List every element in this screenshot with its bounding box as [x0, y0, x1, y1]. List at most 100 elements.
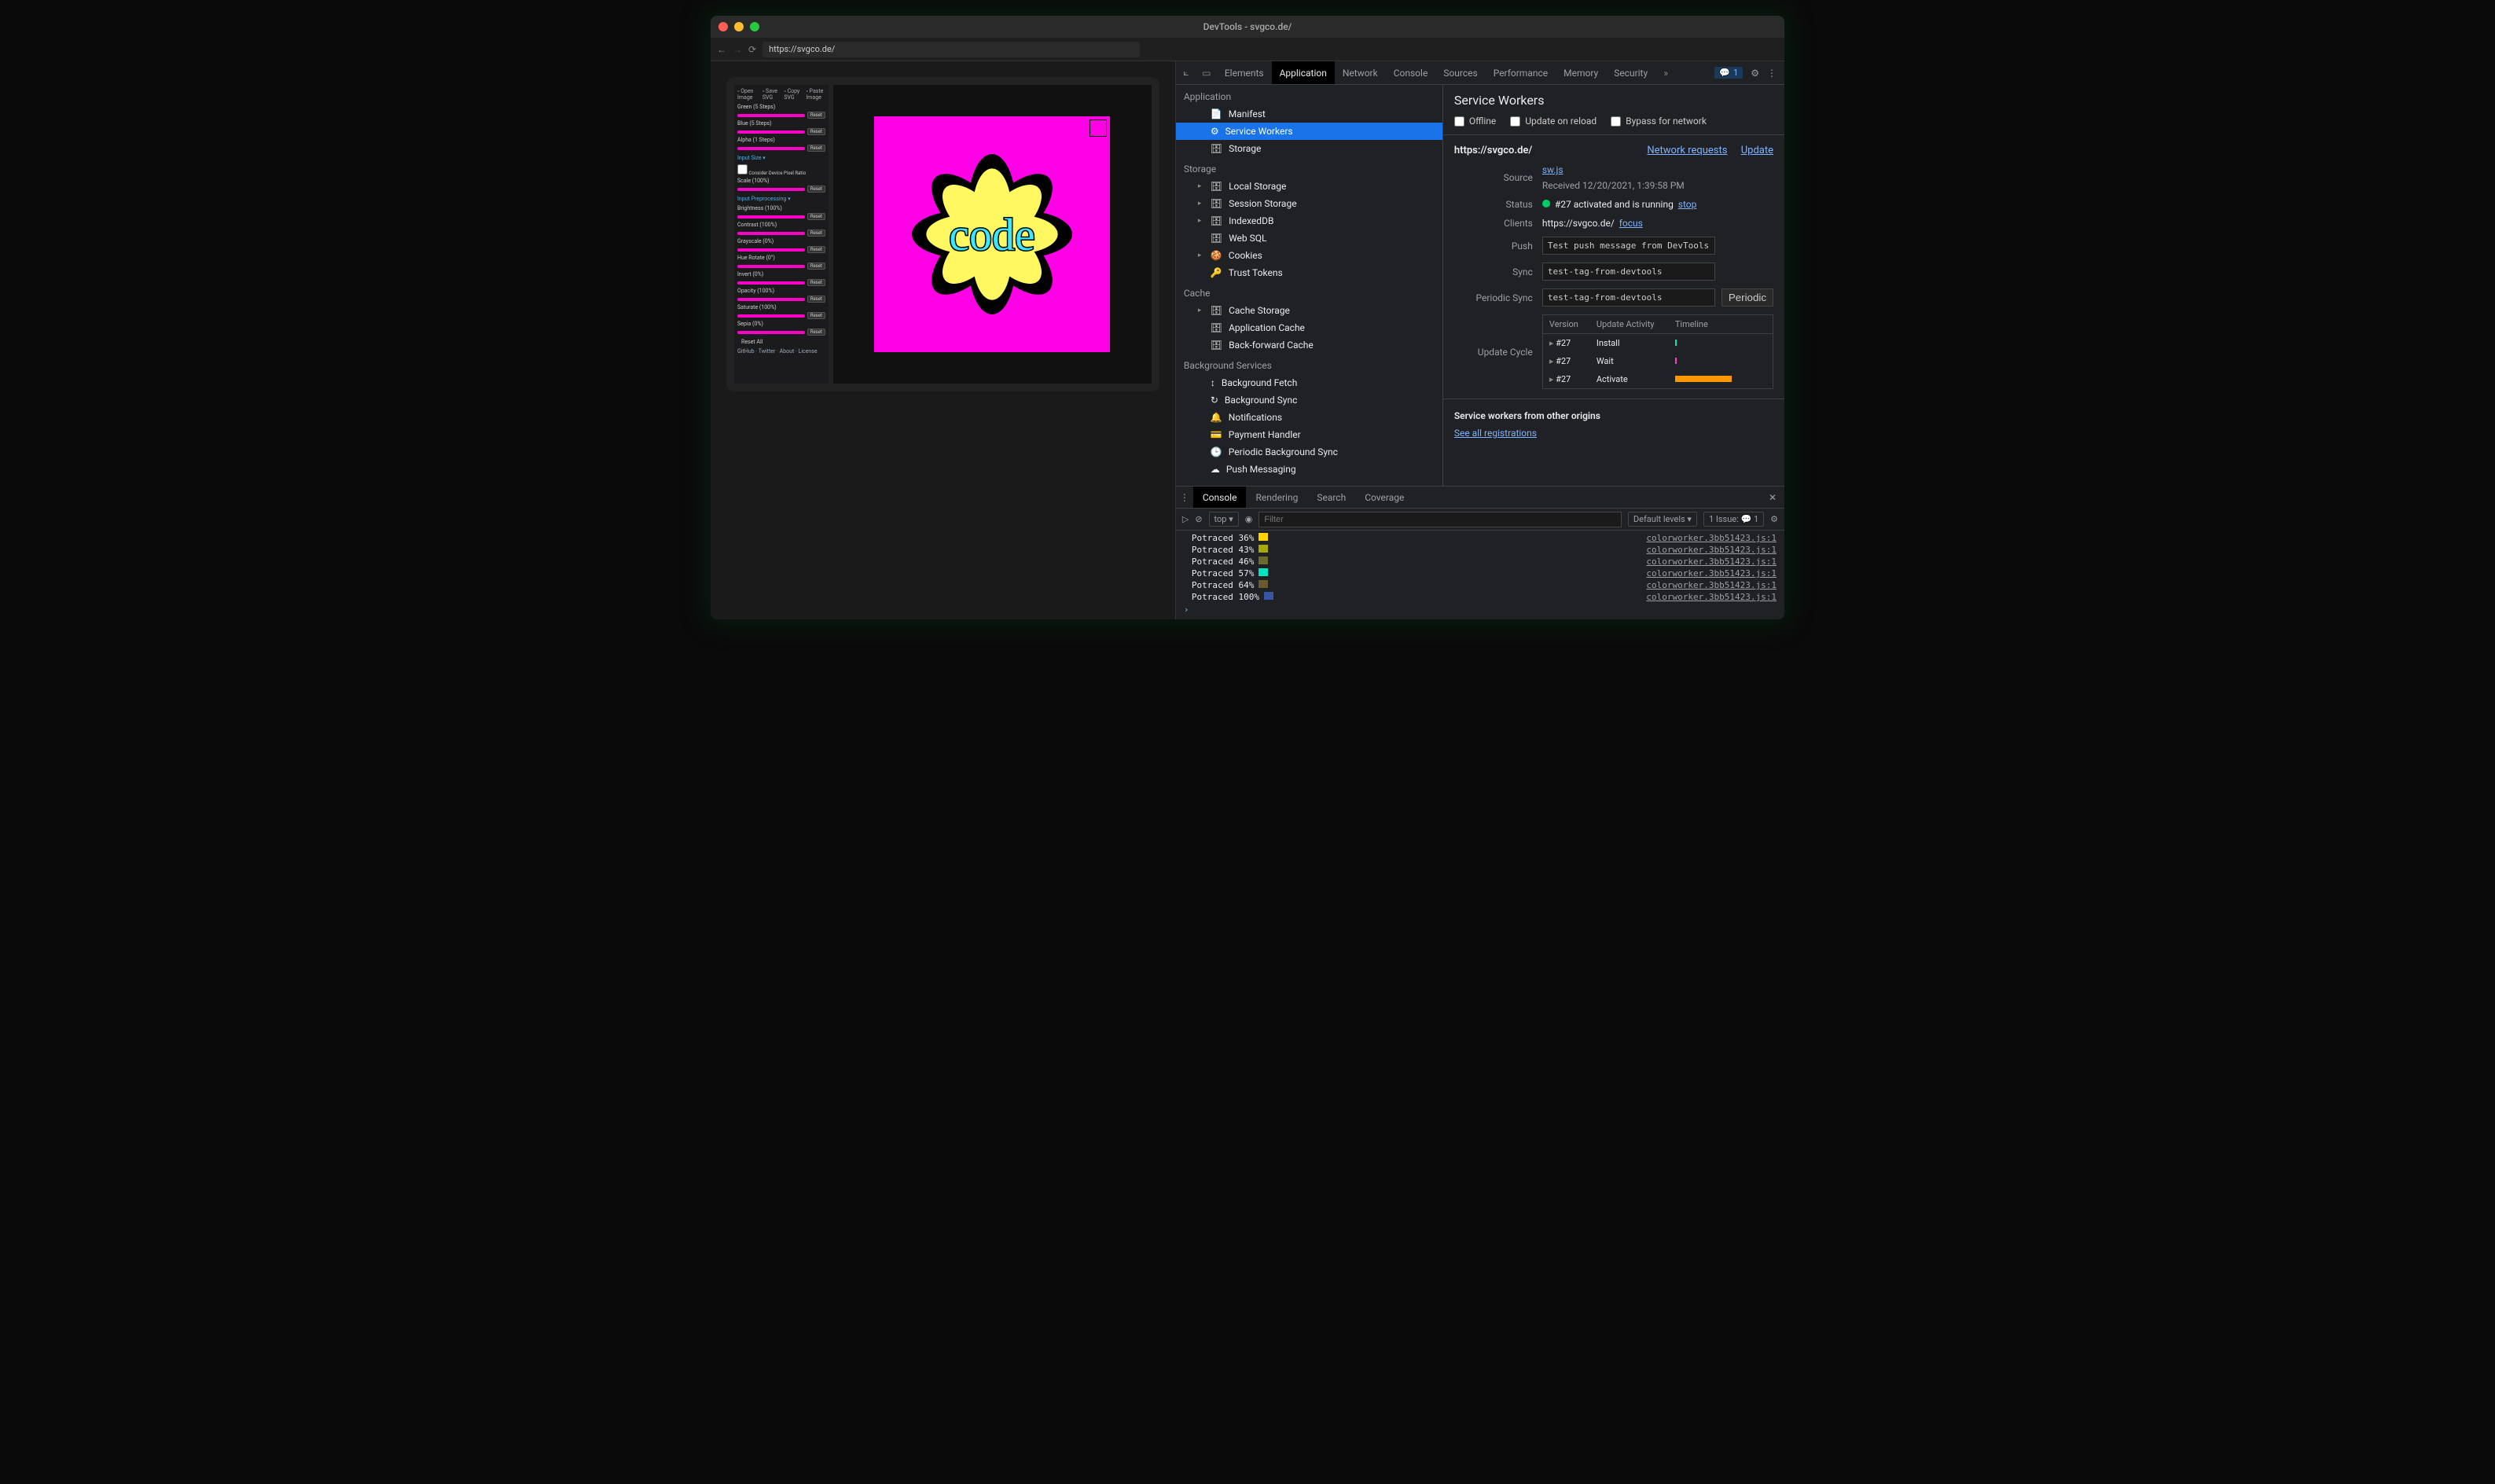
devtools-tab-application[interactable]: Application	[1272, 61, 1335, 84]
slider[interactable]	[737, 130, 805, 134]
slider[interactable]	[737, 232, 805, 235]
slider[interactable]	[737, 114, 805, 117]
tree-item-local-storage[interactable]: ▸🗄Local Storage	[1176, 178, 1442, 195]
reset-button[interactable]: Reset	[807, 112, 825, 119]
reset-button[interactable]: Reset	[807, 246, 825, 253]
reset-button[interactable]: Reset	[807, 263, 825, 270]
drawer-tab-search[interactable]: Search	[1307, 487, 1355, 508]
periodic-sync-input[interactable]	[1542, 288, 1715, 307]
reset-button[interactable]: Reset	[807, 213, 825, 220]
console-prompt[interactable]: ›	[1176, 603, 1784, 616]
slider[interactable]	[737, 281, 805, 285]
page-toolbar-item[interactable]: ▫ Copy SVG	[784, 88, 799, 101]
push-input[interactable]	[1542, 237, 1715, 255]
console-issue-badge[interactable]: 1 Issue: 💬 1	[1703, 512, 1764, 527]
console-source-link[interactable]: colorworker.3bb51423.js:1	[1646, 592, 1777, 602]
sw-opt-bypass-for-network[interactable]: Bypass for network	[1611, 116, 1707, 127]
sync-input[interactable]	[1542, 263, 1715, 281]
drawer-tab-rendering[interactable]: Rendering	[1246, 487, 1307, 508]
slider[interactable]	[737, 331, 805, 334]
reset-all-button[interactable]: Reset All	[737, 338, 766, 346]
tree-item-cache-storage[interactable]: ▸🗄Cache Storage	[1176, 302, 1442, 319]
issues-badge[interactable]: 💬 1	[1714, 67, 1743, 79]
tree-item-trust-tokens[interactable]: 🔑Trust Tokens	[1176, 264, 1442, 281]
slider[interactable]	[737, 265, 805, 268]
back-button[interactable]: ←	[717, 44, 726, 55]
console-levels[interactable]: Default levels ▾	[1628, 512, 1697, 527]
consider-dpr-checkbox[interactable]: Consider Device Pixel Ratio	[737, 164, 825, 176]
drawer-tab-coverage[interactable]: Coverage	[1355, 487, 1413, 508]
tree-item-storage[interactable]: 🗄Storage	[1176, 140, 1442, 157]
tree-item-background-fetch[interactable]: ↕Background Fetch	[1176, 374, 1442, 391]
tree-item-background-sync[interactable]: ↻Background Sync	[1176, 391, 1442, 409]
devtools-tab-sources[interactable]: Sources	[1435, 61, 1485, 84]
tree-item-cookies[interactable]: ▸🍪Cookies	[1176, 247, 1442, 264]
periodic-sync-button[interactable]: Periodic	[1722, 288, 1773, 307]
url-bar[interactable]: https://svgco.de/	[762, 42, 1140, 57]
page-toolbar-item[interactable]: ▫ Paste Image	[806, 88, 825, 101]
reset-button[interactable]: Reset	[807, 279, 825, 286]
console-source-link[interactable]: colorworker.3bb51423.js:1	[1646, 580, 1777, 590]
device-toolbar-icon[interactable]: ▭	[1196, 68, 1217, 79]
tree-item-periodic-background-sync[interactable]: 🕒Periodic Background Sync	[1176, 443, 1442, 461]
devtools-tab-network[interactable]: Network	[1335, 61, 1386, 84]
scale-reset[interactable]: Reset	[807, 186, 825, 193]
tree-item-back-forward-cache[interactable]: 🗄Back-forward Cache	[1176, 336, 1442, 354]
footer-links[interactable]: GitHub · Twitter · About · License	[737, 348, 825, 354]
sw-source-link[interactable]: sw.js	[1542, 164, 1564, 175]
slider[interactable]	[737, 147, 805, 150]
console-filter[interactable]	[1259, 512, 1622, 527]
inspect-icon[interactable]: ⟀	[1176, 67, 1196, 79]
tree-item-manifest[interactable]: 📄Manifest	[1176, 105, 1442, 123]
devtools-tab-security[interactable]: Security	[1606, 61, 1655, 84]
tree-item-service-workers[interactable]: ⚙Service Workers	[1176, 123, 1442, 140]
console-eye-icon[interactable]: ◉	[1245, 514, 1253, 524]
drawer-kebab-icon[interactable]: ⋮	[1176, 492, 1193, 503]
reset-button[interactable]: Reset	[807, 329, 825, 336]
kebab-icon[interactable]: ⋮	[1767, 68, 1777, 79]
sw-focus-link[interactable]: focus	[1619, 218, 1643, 229]
forward-button[interactable]: →	[733, 44, 742, 55]
slider[interactable]	[737, 298, 805, 301]
reset-button[interactable]: Reset	[807, 312, 825, 319]
tree-item-notifications[interactable]: 🔔Notifications	[1176, 409, 1442, 426]
slider[interactable]	[737, 248, 805, 252]
devtools-tab-memory[interactable]: Memory	[1556, 61, 1606, 84]
devtools-tab-console[interactable]: Console	[1386, 61, 1436, 84]
settings-icon[interactable]: ⚙	[1751, 68, 1759, 79]
console-exec-icon[interactable]: ▷	[1182, 514, 1189, 524]
console-source-link[interactable]: colorworker.3bb51423.js:1	[1646, 556, 1777, 567]
tree-item-application-cache[interactable]: 🗄Application Cache	[1176, 319, 1442, 336]
tree-item-indexeddb[interactable]: ▸🗄IndexedDB	[1176, 212, 1442, 230]
sw-stop-link[interactable]: stop	[1678, 199, 1697, 210]
devtools-tab-elements[interactable]: Elements	[1217, 61, 1272, 84]
section-preproc[interactable]: Input Preprocessing ▾	[737, 196, 825, 202]
tree-item-session-storage[interactable]: ▸🗄Session Storage	[1176, 195, 1442, 212]
devtools-tab-performance[interactable]: Performance	[1486, 61, 1556, 84]
drawer-tab-console[interactable]: Console	[1193, 487, 1247, 508]
console-clear-icon[interactable]: ⊘	[1195, 514, 1202, 524]
reset-button[interactable]: Reset	[807, 145, 825, 152]
console-source-link[interactable]: colorworker.3bb51423.js:1	[1646, 568, 1777, 579]
update-link[interactable]: Update	[1741, 145, 1773, 156]
tree-item-payment-handler[interactable]: 💳Payment Handler	[1176, 426, 1442, 443]
console-settings-icon[interactable]: ⚙	[1770, 514, 1778, 524]
console-context[interactable]: top ▾	[1209, 512, 1239, 527]
slider[interactable]	[737, 314, 805, 318]
drawer-close-icon[interactable]: ✕	[1761, 492, 1784, 503]
sw-opt-offline[interactable]: Offline	[1454, 116, 1496, 127]
slider[interactable]	[737, 215, 805, 219]
reset-button[interactable]: Reset	[807, 296, 825, 303]
reset-button[interactable]: Reset	[807, 230, 825, 237]
page-toolbar-item[interactable]: ▫ Save SVG	[762, 88, 778, 101]
see-all-registrations-link[interactable]: See all registrations	[1454, 428, 1773, 439]
tree-item-push-messaging[interactable]: ☁Push Messaging	[1176, 461, 1442, 478]
section-input-size[interactable]: Input Size ▾	[737, 155, 825, 161]
network-requests-link[interactable]: Network requests	[1647, 145, 1727, 156]
more-tabs-icon[interactable]: »	[1655, 68, 1676, 79]
reset-button[interactable]: Reset	[807, 128, 825, 135]
sw-opt-update-on-reload[interactable]: Update on reload	[1510, 116, 1597, 127]
page-toolbar-item[interactable]: ▫ Open Image	[737, 88, 756, 101]
console-source-link[interactable]: colorworker.3bb51423.js:1	[1646, 545, 1777, 555]
tree-item-web-sql[interactable]: 🗄Web SQL	[1176, 230, 1442, 247]
